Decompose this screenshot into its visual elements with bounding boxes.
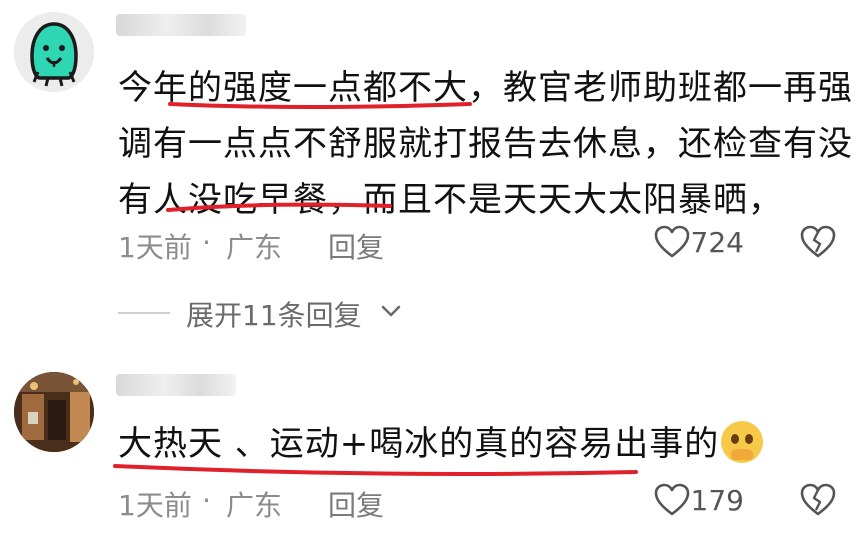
comment-item: 今年的强度一点都不大，教官老师助班都一再强 调有一点点不舒服就打报告去休息，还检… — [0, 0, 860, 270]
comment-text-line: 调有一点点不舒服就打报告去休息，还检查有没 — [118, 124, 853, 164]
comment-text-line: 大热天 、运动+喝冰的真的容易出事的 — [118, 424, 720, 464]
broken-heart-icon[interactable] — [798, 222, 838, 262]
chevron-down-icon — [381, 305, 401, 317]
meta-separator: · — [202, 484, 211, 517]
comment-text-line: 有人没吃早餐，而且不是天天大太阳暴晒， — [118, 180, 783, 220]
divider-line — [118, 312, 170, 314]
username-redacted[interactable] — [116, 14, 246, 36]
avatar-image — [14, 372, 94, 452]
comment-text: 大热天 、运动+喝冰的真的容易出事的 — [118, 416, 848, 472]
reply-button[interactable]: 回复 — [328, 484, 384, 524]
comment-time: 1天前 — [118, 489, 192, 522]
like-count: 179 — [690, 484, 744, 517]
heart-outline-icon[interactable] — [652, 222, 692, 262]
pleading-face-emoji-icon — [721, 421, 764, 463]
comment-time: 1天前 — [118, 231, 192, 264]
comment-item: 大热天 、运动+喝冰的真的容易出事的 1天前 · 广东 回复 179 — [0, 360, 860, 540]
heart-outline-icon[interactable] — [652, 480, 692, 520]
avatar[interactable] — [14, 12, 94, 92]
meta-separator: · — [202, 226, 211, 259]
reply-button[interactable]: 回复 — [328, 226, 384, 266]
comment-location: 广东 — [226, 489, 283, 522]
username-redacted[interactable] — [116, 374, 236, 396]
comment-text-line: 今年的强度一点都不大，教官老师助班都一再强 — [118, 68, 853, 108]
broken-heart-icon[interactable] — [798, 480, 838, 520]
comment-text: 今年的强度一点都不大，教官老师助班都一再强 调有一点点不舒服就打报告去休息，还检… — [118, 60, 853, 228]
comment-meta: 1天前 · 广东 回复 724 — [118, 222, 840, 264]
like-count: 724 — [690, 226, 744, 259]
avatar[interactable] — [14, 372, 94, 452]
expand-replies-button[interactable]: 展开11条回复 — [118, 290, 518, 334]
avatar-image — [14, 12, 94, 92]
comment-location: 广东 — [226, 231, 283, 264]
expand-replies-label: 展开11条回复 — [186, 299, 362, 332]
comment-meta: 1天前 · 广东 回复 179 — [118, 480, 840, 522]
